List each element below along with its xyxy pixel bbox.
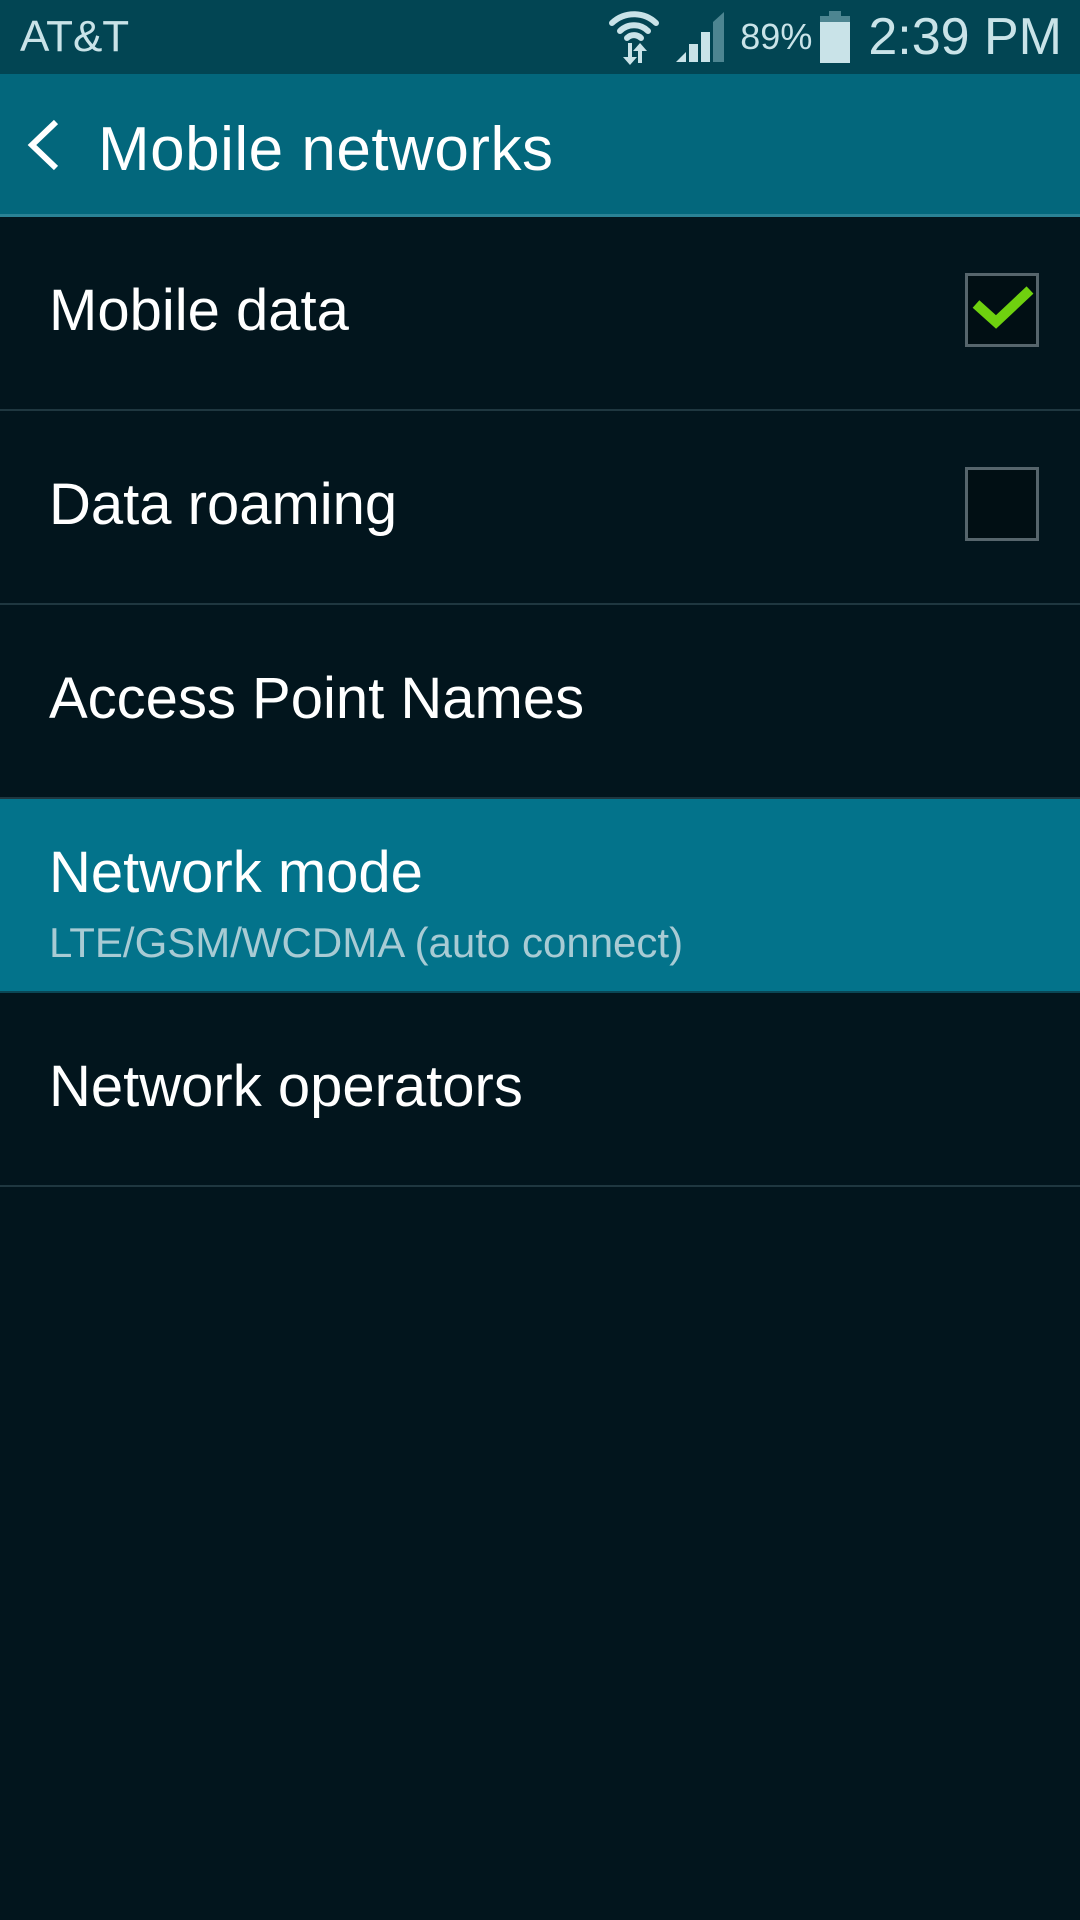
setting-data-roaming[interactable]: Data roaming xyxy=(0,411,1080,605)
setting-label: Data roaming xyxy=(49,472,398,537)
setting-network-mode[interactable]: Network mode LTE/GSM/WCDMA (auto connect… xyxy=(0,799,1080,993)
setting-network-operators[interactable]: Network operators xyxy=(0,993,1080,1187)
status-bar: AT&T 89% 2:39 PM xyxy=(0,0,1080,74)
battery-percentage: 89% xyxy=(740,16,813,57)
setting-label: Network operators xyxy=(49,1054,523,1119)
setting-label: Network mode xyxy=(49,840,423,905)
cellular-signal-icon xyxy=(676,12,725,62)
checkmark-icon xyxy=(972,286,1034,329)
chevron-left-icon[interactable] xyxy=(22,112,70,178)
setting-label: Mobile data xyxy=(49,278,349,343)
carrier-name: AT&T xyxy=(20,12,130,61)
action-bar: Mobile networks xyxy=(0,74,1080,217)
battery-icon xyxy=(820,11,851,63)
status-icons: 89% 2:39 PM xyxy=(608,0,1062,74)
mobile-data-checkbox[interactable] xyxy=(965,273,1039,347)
data-roaming-checkbox[interactable] xyxy=(965,467,1039,541)
page-title: Mobile networks xyxy=(98,115,554,184)
settings-list: Mobile data Data roaming Access Point Na… xyxy=(0,217,1080,1187)
setting-mobile-data[interactable]: Mobile data xyxy=(0,217,1080,411)
setting-access-point-names[interactable]: Access Point Names xyxy=(0,605,1080,799)
clock: 2:39 PM xyxy=(868,8,1062,66)
setting-label: Access Point Names xyxy=(49,666,585,731)
wifi-data-transfer-icon xyxy=(609,11,660,65)
setting-summary: LTE/GSM/WCDMA (auto connect) xyxy=(49,919,684,966)
